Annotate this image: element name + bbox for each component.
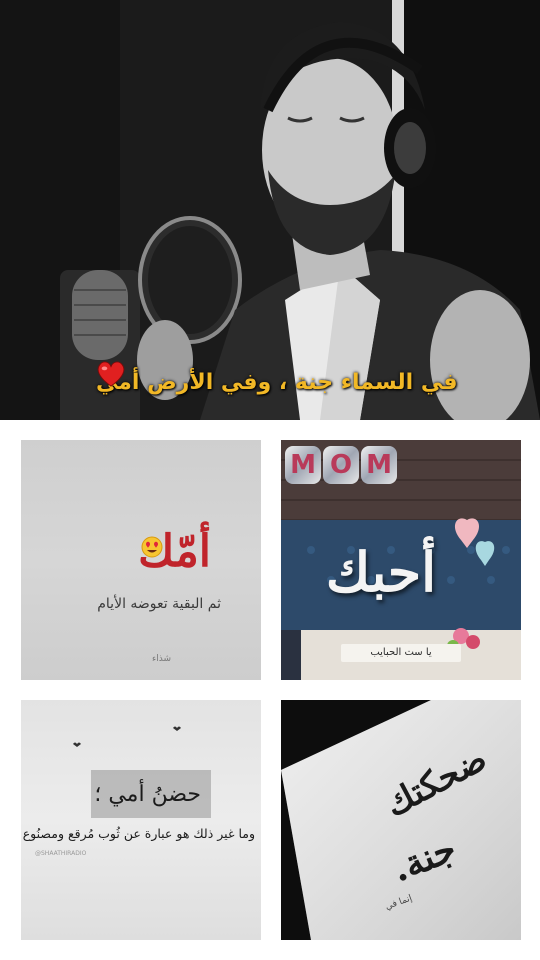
tile-word: أحبك [325,540,437,604]
tile-title: أمّك [138,526,211,577]
caption-text: في السماء جنة ، وفي الأرض أمي [96,369,458,395]
tile-mother-hug[interactable]: حضنُ أمي ؛ وما غير ذلك هو عبارة عن ثُوب … [21,700,261,940]
tile-smile-paradise[interactable]: ضحكتك جنة. إنما في [281,700,521,940]
tile-mother-quote[interactable]: أمّك ثم البقية تعوضه الأيام شذاء [21,440,261,680]
plate-text: يا ست الحبايب [341,644,461,662]
mom-balloons: M O M [285,446,397,486]
tile-signature: شذاء [152,654,171,664]
tile-subtitle: ثم البقية تعوضه الأيام [97,596,221,612]
heart-eyes-emoji-icon [141,536,163,558]
tile-title: حضنُ أمي ؛ [94,782,201,807]
bird-icon [73,742,81,747]
balloon-letter: M [285,446,321,484]
hero-photo: في السماء جنة ، وفي الأرض أمي [0,0,540,420]
balloon-letter: M [361,446,397,484]
tile-mom-balloons[interactable]: M O M أحبك يا ست الحبايب [281,440,521,680]
balloon-letter: O [323,446,359,484]
hero-caption: في السماء جنة ، وفي الأرض أمي [96,360,458,404]
bird-icon [173,726,181,731]
red-heart-icon [97,361,125,387]
tile-body: وما غير ذلك هو عبارة عن ثُوب مُرقع ومصنُ… [21,826,255,841]
tile-credit: @SHAATHIRADIO [35,850,87,857]
singer-photo [0,0,540,420]
